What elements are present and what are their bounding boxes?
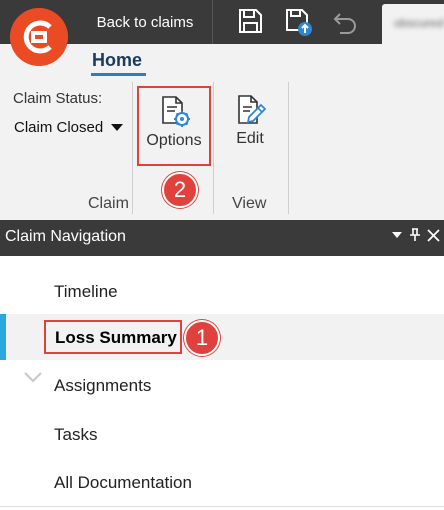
edit-label: Edit xyxy=(236,130,264,147)
ribbon: Home Claim Status: Claim Closed Options … xyxy=(0,44,444,220)
pin-icon[interactable] xyxy=(409,228,421,242)
claim-navigation-header: Claim Navigation xyxy=(0,220,444,256)
claims-app-logo-icon xyxy=(10,8,68,66)
document-edit-icon xyxy=(238,95,266,124)
claim-status-label: Claim Status: xyxy=(13,90,103,107)
group-label-view: View xyxy=(232,195,267,212)
tab-home[interactable]: Home xyxy=(92,50,142,71)
close-icon[interactable] xyxy=(427,228,440,242)
dropdown-arrow-icon[interactable] xyxy=(391,229,403,241)
back-to-claims-button[interactable]: Back to claims xyxy=(78,0,212,44)
callout-badge-2: 2 xyxy=(162,172,198,208)
group-divider xyxy=(132,82,133,214)
active-indicator xyxy=(0,314,6,360)
nav-item-tasks[interactable]: Tasks xyxy=(0,411,444,457)
claim-status-value: Claim Closed xyxy=(14,119,104,136)
nav-item-all-documentation[interactable]: All Documentation xyxy=(0,459,444,505)
undo-icon[interactable] xyxy=(330,6,360,36)
caret-down-icon xyxy=(111,124,124,131)
blurred-tab[interactable]: obscured tab xyxy=(382,4,444,44)
nav-item-label: Loss Summary xyxy=(55,328,177,347)
panel-controls xyxy=(391,228,440,242)
nav-item-timeline[interactable]: Timeline xyxy=(0,268,444,314)
nav-item-label: Tasks xyxy=(54,425,98,444)
titlebar-divider xyxy=(212,0,213,44)
chevron-down-icon[interactable] xyxy=(23,370,43,384)
nav-item-loss-summary[interactable]: Loss Summary xyxy=(0,314,444,360)
group-label-claim: Claim xyxy=(88,195,129,212)
edit-button[interactable]: Edit xyxy=(228,86,272,166)
save-icon[interactable] xyxy=(235,6,265,36)
save-upload-icon[interactable] xyxy=(283,6,313,36)
nav-item-label: All Documentation xyxy=(54,473,192,492)
group-divider xyxy=(213,82,214,214)
nav-item-label: Timeline xyxy=(54,282,118,301)
divider xyxy=(0,506,444,507)
back-to-claims-label: Back to claims xyxy=(96,13,194,31)
nav-item-label: Assignments xyxy=(54,376,152,395)
nav-item-assignments[interactable]: Assignments xyxy=(0,362,444,408)
group-divider xyxy=(288,82,289,214)
callout-badge-1: 1 xyxy=(184,320,220,356)
options-label: Options xyxy=(146,132,202,149)
claim-navigation-title: Claim Navigation xyxy=(5,228,126,245)
options-button[interactable]: Options xyxy=(137,86,211,166)
document-settings-icon xyxy=(162,96,190,127)
blurred-tab-label: obscured tab xyxy=(394,16,444,30)
tab-home-underline xyxy=(91,73,146,76)
claim-status-dropdown[interactable]: Claim Closed xyxy=(14,119,124,136)
